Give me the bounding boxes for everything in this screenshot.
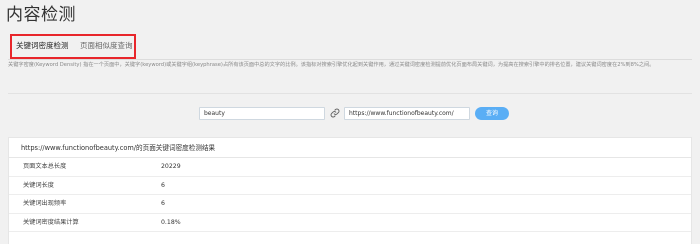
table-row: 关键词密度结果计算 0.18% (9, 214, 691, 232)
link-icon (330, 108, 340, 118)
row-label: 页面文本总长度 (23, 163, 67, 170)
result-header: https://www.functionofbeauty.com/的页面关键词密… (9, 138, 691, 158)
row-value: 0.18% (161, 218, 181, 226)
tab-keyword-density[interactable]: 关键词密度检测 (16, 40, 69, 51)
query-button[interactable]: 查询 (475, 107, 509, 120)
keyword-input[interactable] (199, 107, 325, 120)
table-row: 页面文本总长度 20229 (9, 158, 691, 177)
description-text: 关键字密度(Keyword Density) 指在一个页面中，关键字(keywo… (8, 62, 655, 68)
result-panel: https://www.functionofbeauty.com/的页面关键词密… (8, 137, 692, 244)
table-row: 关键词长度 6 (9, 177, 691, 195)
tab-page-similarity[interactable]: 页面相似度查询 (80, 40, 133, 51)
section-divider (8, 93, 692, 94)
row-value: 6 (161, 200, 165, 207)
row-label: 关键词长度 (23, 181, 54, 189)
row-value: 20229 (161, 163, 181, 170)
table-row: 关键词出现频率 6 (9, 195, 691, 214)
url-input[interactable] (344, 107, 470, 120)
tab-bar: 关键词密度检测 页面相似度查询 (8, 34, 692, 60)
row-label: 关键词密度结果计算 (23, 218, 79, 226)
row-value: 6 (161, 181, 165, 189)
page-title: 内容检测 (6, 5, 76, 25)
row-label: 关键词出现频率 (23, 200, 67, 207)
